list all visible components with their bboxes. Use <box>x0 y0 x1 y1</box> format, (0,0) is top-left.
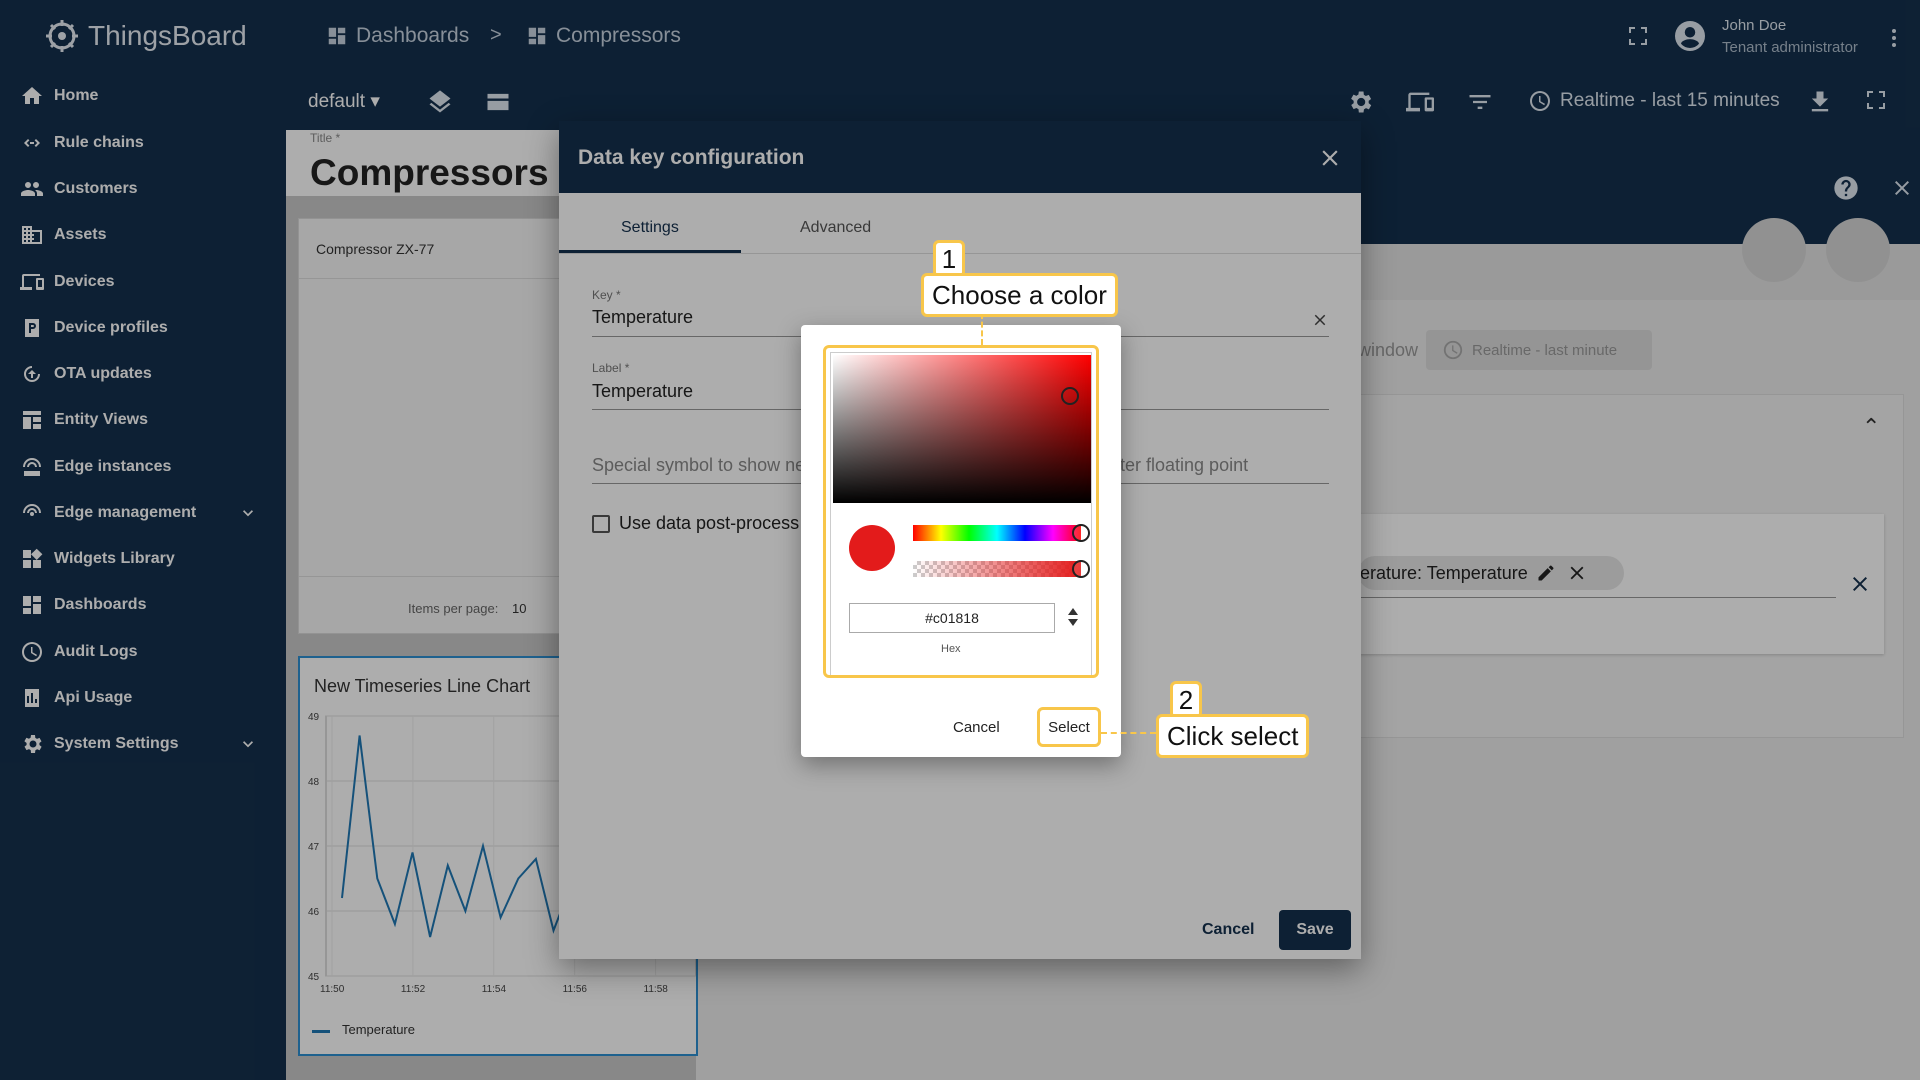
picker-cancel-button[interactable]: Cancel <box>953 719 1000 736</box>
callout-text-2: Click select <box>1156 714 1310 758</box>
callout-connector-2 <box>1101 732 1156 734</box>
callout-connector-1 <box>981 313 983 345</box>
callout-2-text: Click select <box>1167 720 1299 751</box>
callout-1-num: 1 <box>941 243 957 274</box>
callout-text-1: Choose a color <box>921 273 1118 317</box>
callout-1-text: Choose a color <box>932 279 1107 310</box>
highlight-color-area <box>823 345 1099 678</box>
highlight-select-button <box>1037 707 1101 747</box>
callout-2-num: 2 <box>1178 684 1194 715</box>
